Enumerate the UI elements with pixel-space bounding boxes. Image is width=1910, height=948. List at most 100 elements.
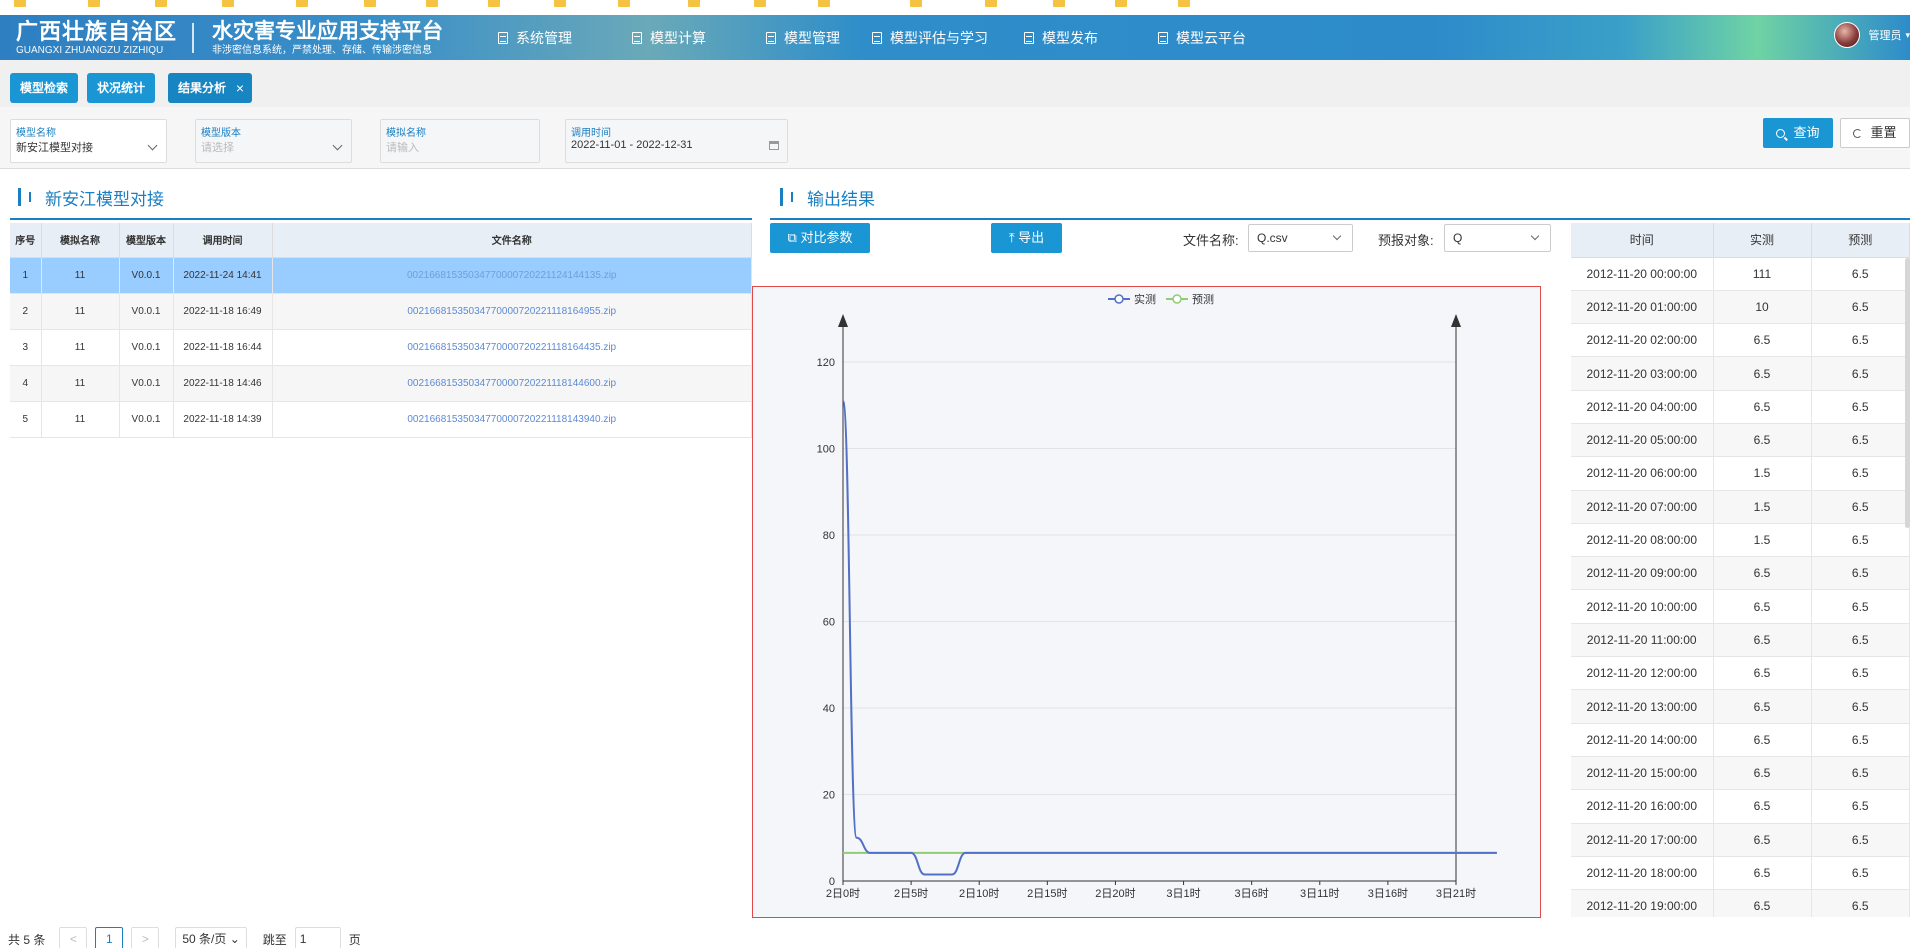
document-icon [1024,31,1034,44]
nav-system-management[interactable]: 系统管理 [498,15,572,60]
nav-model-evaluation[interactable]: 模型评估与学习 [872,15,988,60]
upload-icon: ⤒ [1008,230,1019,245]
forecast-target-select[interactable]: Q [1444,224,1551,252]
cell-observed: 1.5 [1713,490,1812,524]
cell-ver: V0.0.1 [119,329,174,366]
cell-time: 2012-11-20 10:00:00 [1571,589,1714,624]
bookmark-folder-icon[interactable] [88,0,105,9]
prev-page-button[interactable]: < [59,927,88,948]
call-time-range-picker[interactable]: 调用时间 2022-11-01 - 2022-12-31 [565,119,788,163]
cell-no: 3 [10,329,42,366]
bookmark-folder-icon[interactable] [818,0,835,9]
cell-file[interactable]: 0021668153503477000072022111814460​0.zip [272,365,752,402]
bookmark-folder-icon[interactable] [364,0,381,9]
tab-label: 结果分析 [178,81,227,95]
sim-name-input[interactable]: 模拟名称 请输入 [380,119,540,163]
chevron-down-icon [1530,231,1540,241]
cell-file[interactable]: 0021668153503477000072022112414413​5.zip [272,257,752,294]
column-header[interactable]: 文件名称 [272,223,752,258]
bookmark-folder-icon[interactable] [688,0,705,9]
tab-status-statistics[interactable]: 状况统计 [87,73,156,103]
table-row[interactable]: 1 11 V0.0.1 2022-11-24 14:41 002166815350347… [10,257,752,294]
platform-title: 水灾害专业应用支持平台 [212,20,443,43]
top-header: 广西壮族自治区 GUANGXI ZHUANGZU ZIZHIQU 水灾害专业应用… [0,15,1910,60]
compare-params-button[interactable]: ⧉ 对比参数 [770,223,870,253]
bookmark-folder-icon[interactable] [155,0,172,9]
jump-page-input[interactable]: 1 [294,927,341,948]
reset-button[interactable]: 重置 [1840,118,1910,148]
nav-model-cloud[interactable]: 模型云平台 [1158,15,1246,60]
bookmark-folder-icon[interactable] [296,0,313,9]
total-count: 共 5 条 [8,932,46,947]
table-row: 2012-11-20 12:00:00 6.5 6.5 [1571,656,1910,691]
table-row[interactable]: 5 11 V0.0.1 2022-11-18 14:39 002166815350347… [10,401,752,438]
select-value: Q.csv [1257,231,1288,245]
cell-observed: 1.5 [1713,456,1812,491]
table-row: 2012-11-20 16:00:00 6.5 6.5 [1571,789,1910,824]
cell-time: 2012-11-20 14:00:00 [1571,723,1714,757]
bookmark-folder-icon[interactable] [1115,0,1132,9]
page-size-select[interactable]: 50 条/页 ⌄ [175,927,247,948]
table-row[interactable]: 4 11 V0.0.1 2022-11-18 14:46 002166815350347… [10,365,752,402]
cell-file[interactable]: 0021668153503477000072022111816443​5.zip [272,329,752,366]
field-value: 2022-11-01 - 2022-12-31 [571,139,693,151]
refresh-icon [1853,129,1863,138]
y-tick-label: 40 [823,703,835,715]
table-row[interactable]: 2 11 V0.0.1 2022-11-18 16:49 002166815350347… [10,293,752,330]
query-button[interactable]: 查询 [1763,118,1833,148]
user-menu[interactable]: 管理员 ▾ [1834,22,1910,48]
cell-time: 2012-11-20 04:00:00 [1571,390,1714,424]
nav-label: 模型云平台 [1176,29,1246,46]
bookmark-folder-icon[interactable] [488,0,505,9]
header-divider [192,23,194,53]
column-header[interactable]: 调用时间 [173,223,273,258]
next-page-button[interactable]: > [131,927,160,948]
bookmark-folder-icon[interactable] [910,0,927,9]
cell-file[interactable]: 0021668153503477000072022111816495​5.zip [272,293,752,330]
scrollbar-thumb[interactable] [1905,258,1910,528]
result-table: 时间 实测 预测 2012-11-20 00:00:00 111 6.5 2012-1… [1571,223,1910,917]
table-row: 2012-11-20 09:00:00 6.5 6.5 [1571,556,1910,591]
nav-model-publish[interactable]: 模型发布 [1024,15,1098,60]
output-chart: 0 20 40 60 80 100 120 2日0时 2日5时 2日10时 2日15时 2日20时 3日… [752,286,1541,918]
bookmark-folder-icon[interactable] [426,0,443,9]
bookmark-folder-icon[interactable] [1053,0,1070,9]
bookmark-folder-icon[interactable] [554,0,571,9]
table-row: 2012-11-20 15:00:00 6.5 6.5 [1571,756,1910,791]
bookmark-folder-icon[interactable] [222,0,239,9]
y-tick-label: 100 [817,444,835,456]
file-name-select[interactable]: Q.csv [1248,224,1353,252]
tab-model-search[interactable]: 模型检索 [10,73,79,103]
bookmark-folder-icon[interactable] [754,0,771,9]
column-header[interactable]: 模拟名称 [41,223,120,258]
simulation-table: 序号 模拟名称 模型版本 调用时间 文件名称 1 11 V0.0.1 2022-11-… [10,223,752,438]
column-header[interactable]: 模型版本 [119,223,174,258]
column-header[interactable]: 序号 [10,223,42,258]
cell-time: 2012-11-20 11:00:00 [1571,623,1714,658]
calendar-icon [769,141,779,150]
export-button[interactable]: ⤒ 导出 [991,223,1062,253]
nav-model-management[interactable]: 模型管理 [766,15,840,60]
cell-forecast: 6.5 [1811,490,1910,524]
model-version-select[interactable]: 模型版本 请选择 [195,119,352,163]
close-icon[interactable]: × [236,73,244,103]
bookmark-folder-icon[interactable] [1178,0,1195,9]
table-row[interactable]: 3 11 V0.0.1 2022-11-18 16:44 002166815350347… [10,329,752,366]
cell-observed: 6.5 [1713,390,1812,424]
bookmark-folder-icon[interactable] [14,0,31,9]
bookmark-folder-icon[interactable] [618,0,635,9]
document-icon [498,31,508,44]
tab-result-analysis[interactable]: 结果分析 × [168,73,253,103]
nav-model-calculation[interactable]: 模型计算 [632,15,706,60]
cell-file[interactable]: 0021668153503477000072022111814394​0.zip [272,401,752,438]
section-underline [10,218,752,220]
bookmarks-bar [0,0,1910,15]
cell-forecast: 6.5 [1811,823,1910,857]
model-name-select[interactable]: 模型名称 新安江模型对接 [10,119,167,163]
bookmark-folder-icon[interactable] [985,0,1002,9]
cell-observed: 6.5 [1713,823,1812,857]
page-number-button[interactable]: 1 [95,927,124,948]
x-tick-label: 3日16时 [1368,887,1408,900]
result-table-container[interactable]: 时间 实测 预测 2012-11-20 00:00:00 111 6.5 2012-1… [1571,223,1910,917]
cell-time: 2012-11-20 05:00:00 [1571,423,1714,458]
